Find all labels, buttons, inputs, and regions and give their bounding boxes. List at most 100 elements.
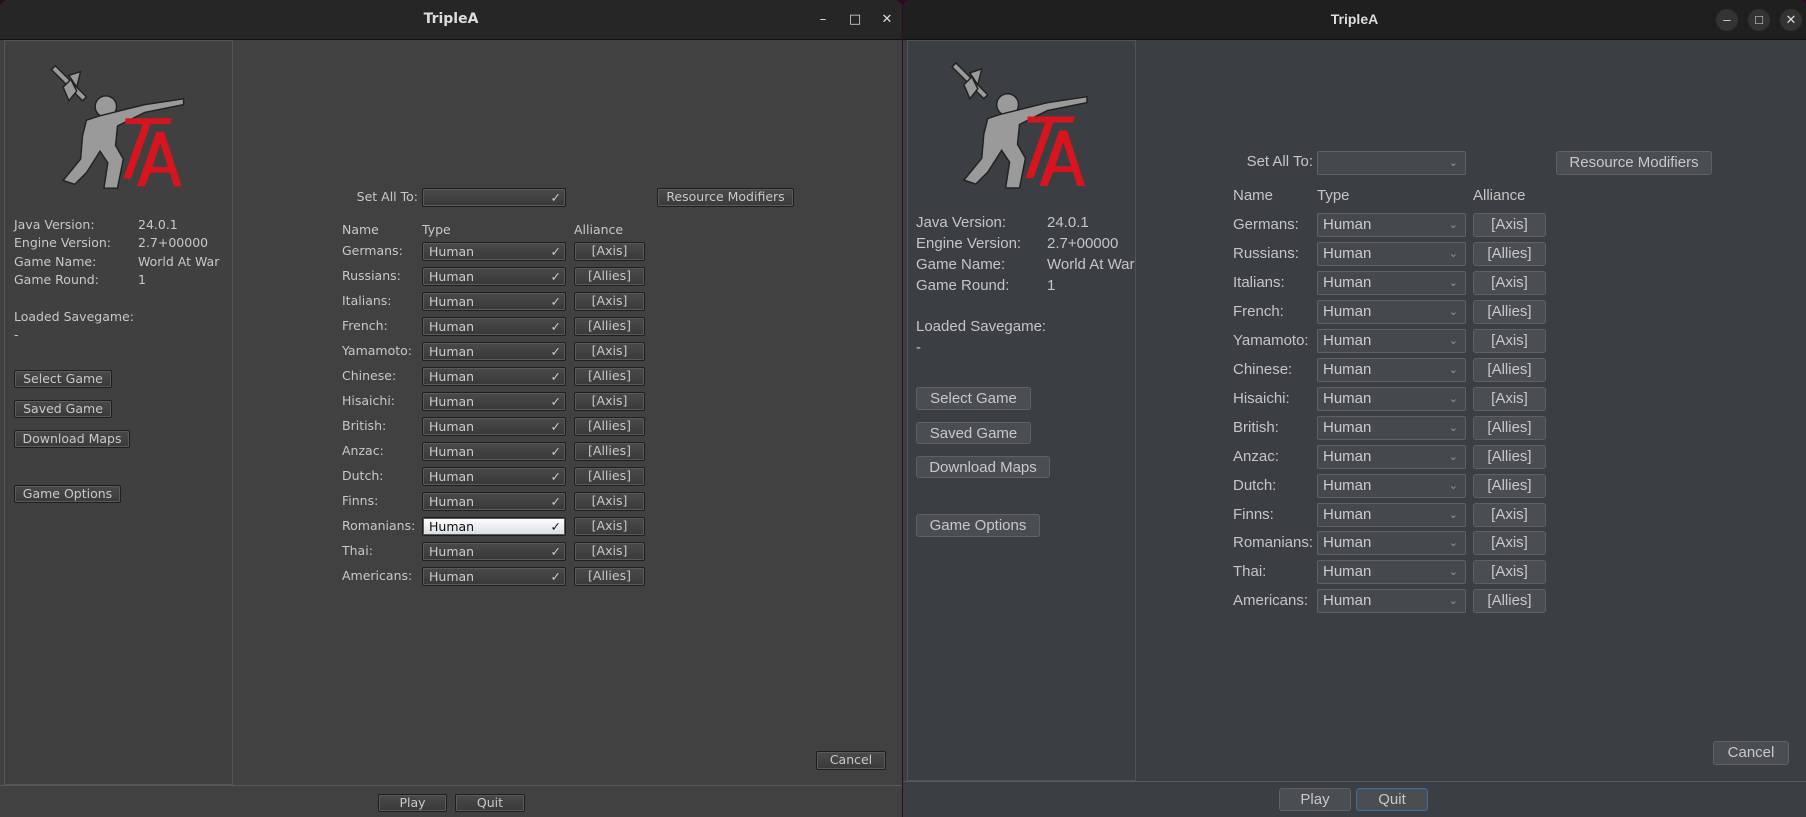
player-type-dropdown[interactable]: Human ✓ <box>422 417 566 436</box>
player-type-dropdown[interactable]: Human ⌄ <box>1317 213 1466 237</box>
player-name: Yamamoto: <box>342 343 412 358</box>
info-label: Java Version: <box>916 214 1007 231</box>
minimize-button[interactable]: – <box>812 9 834 31</box>
player-alliance-button[interactable]: [Allies] <box>574 567 645 586</box>
player-type-value: Human <box>429 569 475 584</box>
player-type-dropdown[interactable]: Human ✓ <box>422 442 566 461</box>
player-alliance-button[interactable]: [Axis] <box>574 242 645 261</box>
player-type-dropdown[interactable]: Human ⌄ <box>1317 531 1466 555</box>
player-alliance-button[interactable]: [Allies] <box>574 467 645 486</box>
player-type-dropdown[interactable]: Human ⌄ <box>1317 358 1466 382</box>
player-type-value: Human <box>429 319 475 334</box>
player-alliance-button[interactable]: [Axis] <box>1473 503 1546 527</box>
player-type-dropdown[interactable]: Human ✓ <box>422 467 566 486</box>
player-alliance-button[interactable]: [Axis] <box>574 542 645 561</box>
download-maps-button[interactable]: Download Maps <box>916 456 1050 478</box>
player-alliance-button[interactable]: [Allies] <box>574 367 645 386</box>
player-name: Russians: <box>342 268 401 283</box>
player-alliance-button[interactable]: [Axis] <box>574 517 645 536</box>
player-type-dropdown[interactable]: Human ⌄ <box>1317 560 1466 584</box>
player-type-dropdown[interactable]: Human ✓ <box>422 392 566 411</box>
player-type-dropdown[interactable]: Human ⌄ <box>1317 387 1466 411</box>
player-name: Finns: <box>1233 506 1274 523</box>
close-button[interactable]: ✕ <box>1780 9 1802 31</box>
set-all-dropdown[interactable]: ⌄ <box>1317 151 1466 175</box>
player-alliance-button[interactable]: [Allies] <box>1473 242 1546 266</box>
info-label: Engine Version: <box>14 235 111 251</box>
player-alliance-button[interactable]: [Allies] <box>574 417 645 436</box>
game-options-button[interactable]: Game Options <box>916 514 1040 537</box>
player-type-dropdown[interactable]: Human ⌄ <box>1317 271 1466 295</box>
play-button[interactable]: Play <box>1279 788 1351 811</box>
player-type-dropdown[interactable]: Human ✓ <box>422 492 566 511</box>
resource-modifiers-button[interactable]: Resource Modifiers <box>657 188 794 207</box>
player-alliance-button[interactable]: [Axis] <box>1473 213 1546 237</box>
player-type-dropdown[interactable]: Human ⌄ <box>1317 300 1466 324</box>
close-button[interactable]: ✕ <box>876 9 898 31</box>
title-bar[interactable]: TripleA – □ ✕ <box>903 0 1806 40</box>
player-alliance-button[interactable]: [Allies] <box>1473 300 1546 324</box>
game-options-button[interactable]: Game Options <box>14 485 121 503</box>
player-alliance-button[interactable]: [Axis] <box>574 492 645 511</box>
quit-button[interactable]: Quit <box>455 794 525 812</box>
chevron-down-icon: ⌄ <box>1448 537 1458 549</box>
player-alliance-button[interactable]: [Allies] <box>1473 358 1546 382</box>
player-alliance-button[interactable]: [Axis] <box>1473 560 1546 584</box>
minimize-icon: – <box>1723 12 1731 27</box>
player-alliance-button[interactable]: [Allies] <box>574 317 645 336</box>
player-type-dropdown[interactable]: Human ⌄ <box>1317 329 1466 353</box>
select-game-button[interactable]: Select Game <box>916 387 1031 410</box>
player-alliance-button[interactable]: [Allies] <box>574 267 645 286</box>
player-alliance-button[interactable]: [Axis] <box>574 392 645 411</box>
saved-game-button[interactable]: Saved Game <box>14 400 112 418</box>
quit-button[interactable]: Quit <box>1356 788 1428 811</box>
title-bar[interactable]: TripleA – □ ✕ <box>0 0 902 40</box>
player-alliance-button[interactable]: [Axis] <box>574 342 645 361</box>
player-type-dropdown[interactable]: Human ✓ <box>422 542 566 561</box>
player-type-dropdown[interactable]: Human ⌄ <box>1317 416 1466 440</box>
player-type-dropdown[interactable]: Human ⌄ <box>1317 589 1466 613</box>
player-type-dropdown[interactable]: Human ⌄ <box>1317 445 1466 469</box>
player-type-dropdown[interactable]: Human ✓ <box>422 342 566 361</box>
player-type-value: Human <box>1323 506 1372 523</box>
set-all-dropdown[interactable]: ✓ <box>422 188 566 207</box>
player-type-value: Human <box>429 544 475 559</box>
play-button[interactable]: Play <box>378 794 447 812</box>
maximize-button[interactable]: □ <box>1748 9 1770 31</box>
player-alliance-button[interactable]: [Allies] <box>1473 474 1546 498</box>
player-alliance-button[interactable]: [Allies] <box>574 442 645 461</box>
player-name: Germans: <box>342 243 403 258</box>
cancel-button[interactable]: Cancel <box>816 751 886 770</box>
player-type-dropdown[interactable]: Human ✓ <box>422 567 566 586</box>
maximize-icon: □ <box>1755 12 1763 27</box>
player-type-dropdown[interactable]: Human ✓ <box>422 267 566 286</box>
player-alliance-button[interactable]: [Axis] <box>1473 387 1546 411</box>
player-alliance-button[interactable]: [Allies] <box>1473 416 1546 440</box>
player-alliance-button[interactable]: [Axis] <box>1473 271 1546 295</box>
player-type-dropdown[interactable]: Human ✓ <box>422 517 566 536</box>
player-alliance-button[interactable]: [Allies] <box>1473 445 1546 469</box>
player-type-dropdown[interactable]: Human ✓ <box>422 367 566 386</box>
player-type-dropdown[interactable]: Human ⌄ <box>1317 503 1466 527</box>
chevron-down-icon: ⌄ <box>1448 509 1458 521</box>
player-type-dropdown[interactable]: Human ⌄ <box>1317 474 1466 498</box>
player-type-value: Human <box>1323 332 1372 349</box>
saved-game-button[interactable]: Saved Game <box>916 422 1031 444</box>
resource-modifiers-button[interactable]: Resource Modifiers <box>1556 151 1712 175</box>
player-alliance-button[interactable]: [Allies] <box>1473 589 1546 613</box>
minimize-button[interactable]: – <box>1716 9 1738 31</box>
loaded-savegame-value: - <box>916 339 921 356</box>
player-type-dropdown[interactable]: Human ✓ <box>422 242 566 261</box>
player-alliance-button[interactable]: [Axis] <box>1473 329 1546 353</box>
select-game-button[interactable]: Select Game <box>14 370 112 388</box>
chevron-down-icon: ✓ <box>550 294 561 309</box>
player-type-dropdown[interactable]: Human ⌄ <box>1317 242 1466 266</box>
player-name: Russians: <box>1233 245 1299 262</box>
cancel-button[interactable]: Cancel <box>1713 741 1789 765</box>
player-alliance-button[interactable]: [Axis] <box>574 292 645 311</box>
player-alliance-button[interactable]: [Axis] <box>1473 531 1546 555</box>
maximize-button[interactable]: □ <box>844 9 866 31</box>
player-type-dropdown[interactable]: Human ✓ <box>422 317 566 336</box>
download-maps-button[interactable]: Download Maps <box>14 430 130 448</box>
player-type-dropdown[interactable]: Human ✓ <box>422 292 566 311</box>
